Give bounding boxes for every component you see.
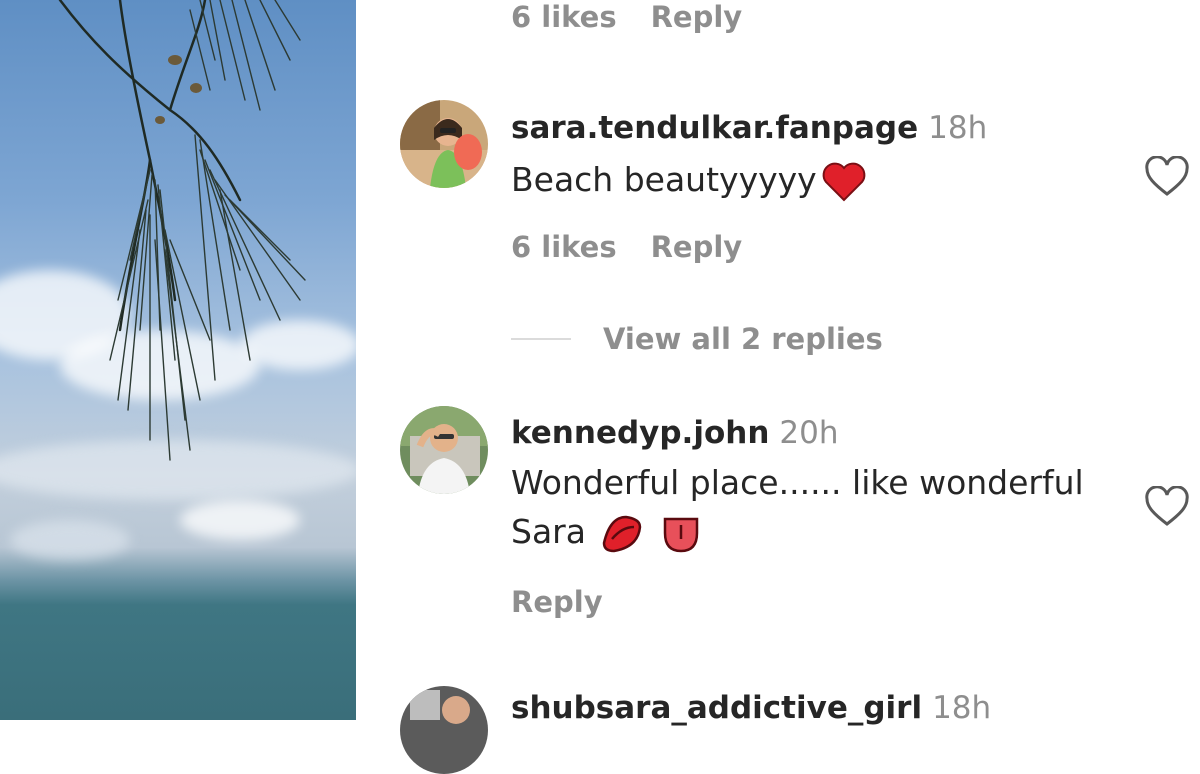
- reply-button[interactable]: Reply: [511, 585, 603, 619]
- comment-body-line-2: Sara: [511, 507, 1084, 556]
- comment-body: Beach beautyyyyy: [511, 160, 817, 199]
- timestamp[interactable]: 20h: [779, 415, 838, 451]
- likes-count[interactable]: 6 likes: [511, 230, 617, 264]
- tongue-icon: [663, 517, 699, 552]
- comment-text: Wonderful place...... like wonderful Sar…: [511, 458, 1084, 556]
- comment-header: sara.tendulkar.fanpage 18h: [511, 110, 987, 146]
- reply-button[interactable]: Reply: [651, 230, 743, 264]
- comment-header: kennedyp.john 20h: [511, 415, 839, 451]
- post-photo: [0, 0, 356, 720]
- avatar[interactable]: [400, 686, 488, 774]
- username[interactable]: shubsara_addictive_girl: [511, 690, 922, 726]
- comment-body-line-2-text: Sara: [511, 512, 586, 551]
- reply-button[interactable]: Reply: [651, 0, 743, 34]
- comment-body-line-1: Wonderful place...... like wonderful: [511, 463, 1084, 502]
- timestamp[interactable]: 18h: [928, 110, 987, 146]
- red-heart-icon: [822, 162, 866, 201]
- comment-meta: 6 likes Reply: [511, 230, 742, 264]
- username[interactable]: sara.tendulkar.fanpage: [511, 110, 918, 146]
- kiss-mark-icon: [603, 515, 642, 552]
- timestamp[interactable]: 18h: [932, 690, 991, 726]
- comment-header: shubsara_addictive_girl 18h: [511, 690, 991, 726]
- comment-meta: 6 likes Reply: [511, 0, 742, 34]
- comments-panel: 6 likes Reply sara.tendulkar.fanpage 18h …: [356, 0, 1200, 774]
- divider: [511, 338, 571, 340]
- comment-text: Beach beautyyyyy: [511, 155, 867, 204]
- username[interactable]: kennedyp.john: [511, 415, 769, 451]
- likes-count[interactable]: 6 likes: [511, 0, 617, 34]
- view-replies-label[interactable]: View all 2 replies: [603, 322, 883, 356]
- comment-meta: Reply: [511, 585, 603, 619]
- avatar[interactable]: [400, 100, 488, 188]
- heart-outline-icon[interactable]: [1144, 156, 1190, 198]
- view-replies[interactable]: View all 2 replies: [511, 322, 883, 356]
- tree-branch: [58, 0, 306, 461]
- avatar[interactable]: [400, 406, 488, 494]
- heart-outline-icon[interactable]: [1144, 486, 1190, 528]
